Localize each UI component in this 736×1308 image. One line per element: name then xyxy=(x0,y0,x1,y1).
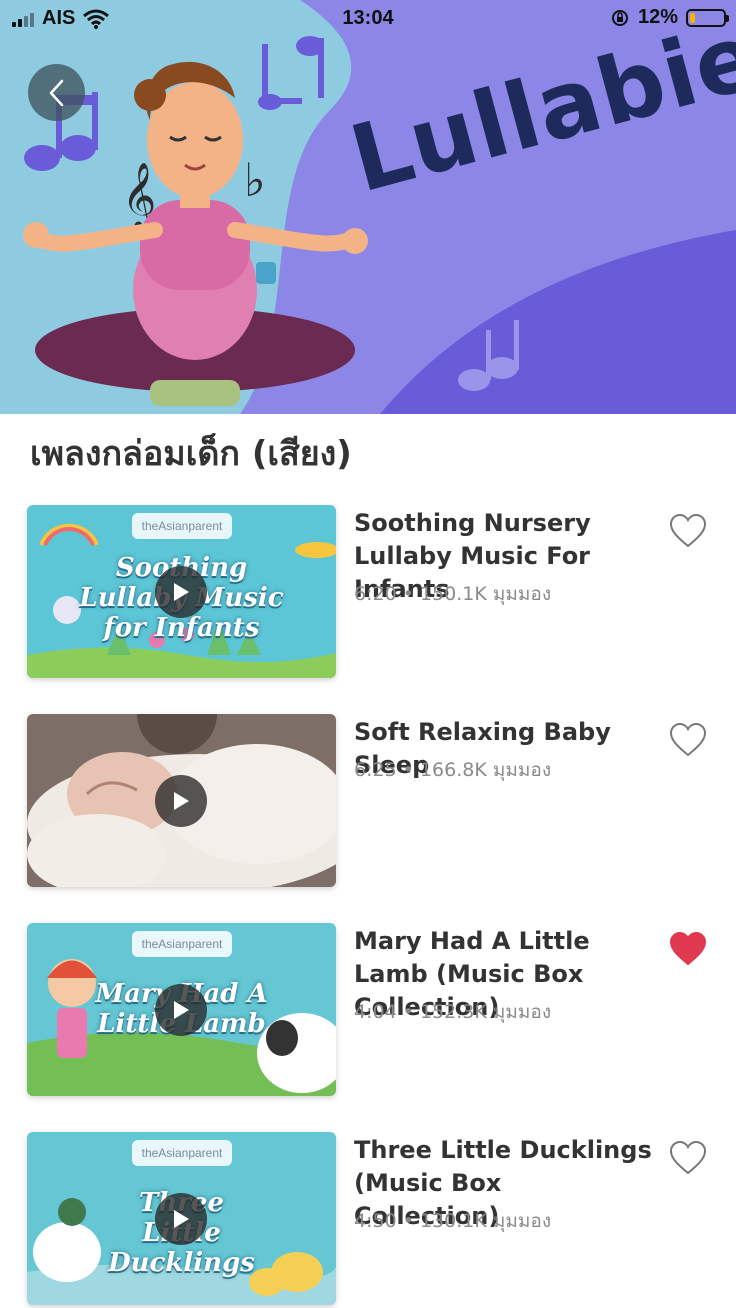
play-button[interactable] xyxy=(155,775,207,827)
heart-outline-icon[interactable] xyxy=(669,722,707,758)
chevron-left-icon xyxy=(49,79,63,106)
list-item[interactable]: theAsianparent Mary Had A Little Lamb Ma… xyxy=(0,923,736,1098)
battery-icon xyxy=(686,8,729,27)
list-item[interactable]: Soft Relaxing Baby Sleep 6:25 • 166.8K ม… xyxy=(0,714,736,889)
status-bar: AIS 13:04 12% xyxy=(0,0,736,38)
track-meta: 6:25 • 166.8K มุมมอง xyxy=(354,759,552,781)
brand-logo: theAsianparent xyxy=(132,513,232,539)
play-button[interactable] xyxy=(155,566,207,618)
brand-logo: theAsianparent xyxy=(132,1140,232,1166)
heart-outline-icon[interactable] xyxy=(669,1140,707,1176)
play-button[interactable] xyxy=(155,1193,207,1245)
play-icon xyxy=(174,583,189,601)
hero-banner: 𝄞 ♭ Lullabies xyxy=(0,0,736,414)
play-icon xyxy=(174,792,189,810)
battery-percentage: 12% xyxy=(637,6,678,28)
play-icon xyxy=(174,1001,189,1019)
play-button[interactable] xyxy=(155,984,207,1036)
heart-outline-icon[interactable] xyxy=(669,513,707,549)
orientation-lock-icon xyxy=(611,9,628,26)
track-meta: 4:50 • 130.1K มุมมอง xyxy=(354,1210,552,1232)
list-item[interactable]: theAsianparent Soothing Lullaby Music fo… xyxy=(0,505,736,680)
section-title: เพลงกล่อมเด็ก (เสียง) xyxy=(30,434,352,474)
track-meta: 6:20 • 150.1K มุมมอง xyxy=(354,583,552,605)
heart-filled-icon[interactable] xyxy=(669,931,707,967)
track-thumbnail[interactable]: theAsianparent Mary Had A Little Lamb xyxy=(27,923,336,1096)
track-thumbnail[interactable] xyxy=(27,714,336,887)
track-thumbnail[interactable]: theAsianparent Soothing Lullaby Music fo… xyxy=(27,505,336,678)
track-meta: 4:04 • 152.3K มุมมอง xyxy=(354,1001,552,1023)
svg-text:♭: ♭ xyxy=(244,153,266,207)
brand-logo: theAsianparent xyxy=(132,931,232,957)
play-icon xyxy=(174,1210,189,1228)
list-item[interactable]: theAsianparent Three Little Ducklings Th… xyxy=(0,1132,736,1307)
back-button[interactable] xyxy=(28,64,85,121)
track-thumbnail[interactable]: theAsianparent Three Little Ducklings xyxy=(27,1132,336,1305)
